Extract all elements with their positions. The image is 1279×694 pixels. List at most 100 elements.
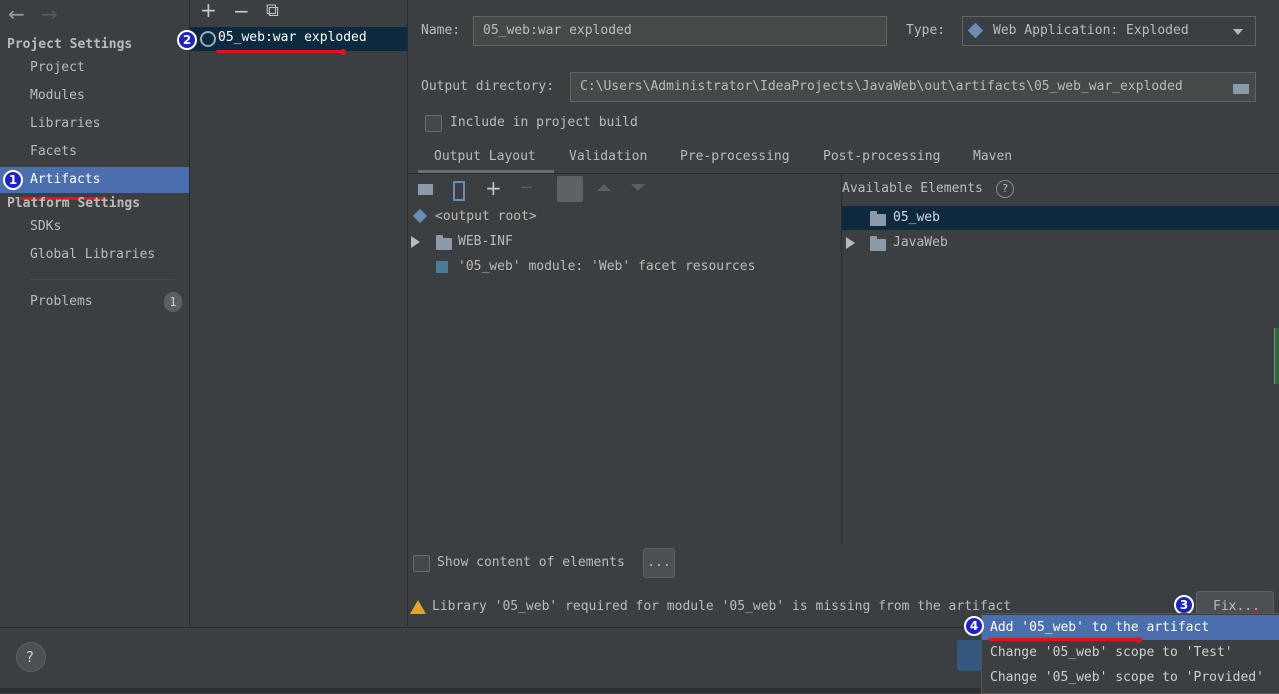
show-content-checkbox[interactable]	[413, 555, 430, 572]
sidebar-item-label: Libraries	[30, 116, 101, 131]
popup-item-label: Change '05_web' scope to 'Test'	[990, 645, 1233, 660]
folder-icon	[436, 235, 452, 250]
forward-arrow-icon[interactable]: →	[41, 2, 58, 26]
popup-item-scope-provided[interactable]: Change '05_web' scope to 'Provided'	[982, 665, 1279, 690]
step-badge-2: 2	[177, 30, 197, 50]
type-select-value: Web Application: Exploded	[993, 23, 1189, 38]
new-directory-icon[interactable]	[418, 184, 433, 195]
expand-arrow-icon[interactable]	[411, 236, 420, 248]
name-label: Name:	[421, 23, 461, 38]
annotation-dot	[340, 49, 346, 55]
output-root-icon	[412, 208, 428, 224]
tab-maven[interactable]: Maven	[973, 148, 1012, 172]
type-label: Type:	[906, 23, 946, 38]
tab-output-layout[interactable]: Output Layout	[434, 148, 536, 172]
sidebar-item-label: Facets	[30, 144, 77, 159]
tree-label: '05_web' module: 'Web' facet resources	[458, 259, 756, 274]
show-content-more-button[interactable]: ...	[643, 548, 675, 578]
add-icon[interactable]: +	[200, 0, 217, 22]
sidebar-item-label: Artifacts	[30, 172, 101, 187]
sidebar-item-label: Project	[30, 60, 85, 75]
available-item-label: JavaWeb	[893, 235, 948, 250]
sidebar-item-label: Modules	[30, 88, 85, 103]
help-icon[interactable]: ?	[996, 180, 1014, 198]
popup-item-label: Change '05_web' scope to 'Provided'	[990, 670, 1264, 685]
archive-icon[interactable]	[453, 181, 465, 201]
remove-icon[interactable]: −	[233, 0, 250, 23]
available-item-05-web[interactable]: 05_web	[842, 206, 1279, 230]
help-button[interactable]: ?	[16, 642, 46, 672]
web-app-icon	[967, 22, 984, 39]
name-input-value: 05_web:war exploded	[483, 23, 632, 38]
folder-browse-icon[interactable]	[1233, 84, 1249, 94]
tab-pre-processing[interactable]: Pre-processing	[680, 148, 790, 172]
sidebar-divider	[30, 279, 175, 280]
sidebar-item-problems[interactable]: Problems 1	[0, 289, 189, 315]
tree-row-facet-resources[interactable]: '05_web' module: 'Web' facet resources	[408, 256, 841, 278]
sidebar-item-facets[interactable]: Facets	[0, 139, 189, 165]
step-badge-3: 3	[1174, 595, 1194, 615]
annotation-underline	[216, 50, 344, 53]
popup-item-scope-test[interactable]: Change '05_web' scope to 'Test'	[982, 640, 1279, 665]
available-elements-title: Available Elements	[842, 181, 983, 196]
tree-row-web-inf[interactable]: WEB-INF	[408, 231, 841, 253]
popup-item-label: Add '05_web' to the artifact	[990, 620, 1210, 635]
sidebar-item-label: Problems	[30, 294, 93, 309]
include-in-build-checkbox[interactable]	[425, 115, 442, 132]
module-folder-icon	[870, 211, 886, 226]
output-directory-label: Output directory:	[421, 79, 555, 94]
project-settings-header: Project Settings	[7, 37, 133, 52]
artifacts-list-panel: + − ⧉ 05_web:war exploded 2	[177, 0, 408, 627]
sidebar-item-sdks[interactable]: SDKs	[0, 214, 189, 240]
step-badge-4: 4	[964, 616, 984, 636]
show-content-label: Show content of elements	[437, 555, 625, 570]
tab-validation[interactable]: Validation	[569, 148, 647, 172]
warning-icon	[410, 600, 426, 614]
available-item-javaweb[interactable]: JavaWeb	[842, 231, 1279, 255]
step-badge-1: 1	[3, 170, 23, 190]
available-item-label: 05_web	[893, 210, 940, 225]
sidebar-item-label: SDKs	[30, 219, 62, 234]
artifact-name: 05_web:war exploded	[218, 30, 367, 45]
type-select[interactable]: Web Application: Exploded	[962, 16, 1256, 46]
available-panel-divider	[841, 174, 842, 544]
tree-row-output-root[interactable]: <output root>	[408, 206, 841, 228]
annotation-underline	[988, 638, 1142, 641]
output-directory-input[interactable]: C:\Users\Administrator\IdeaProjects\Java…	[570, 72, 1256, 102]
popup-item-add-to-artifact[interactable]: Add '05_web' to the artifact	[982, 615, 1279, 640]
web-artifact-icon	[200, 31, 216, 47]
output-layout-tree: <output root> WEB-INF '05_web' module: '…	[408, 204, 841, 540]
expand-arrow-icon[interactable]	[846, 237, 855, 249]
annotation-dot	[1136, 637, 1142, 643]
platform-settings-header: Platform Settings	[7, 196, 141, 211]
chevron-down-icon	[1233, 29, 1243, 35]
remove-element-icon[interactable]: −	[519, 177, 534, 198]
tab-post-processing[interactable]: Post-processing	[823, 148, 940, 172]
warning-text: Library '05_web' required for module '05…	[432, 599, 1012, 614]
fix-options-popup: Add '05_web' to the artifact Change '05_…	[981, 613, 1279, 694]
tree-label: WEB-INF	[458, 234, 513, 249]
include-in-build-label: Include in project build	[450, 115, 638, 130]
name-input[interactable]: 05_web:war exploded	[473, 16, 887, 46]
sidebar-item-project[interactable]: Project	[0, 55, 189, 81]
module-folder-icon	[870, 236, 886, 251]
sidebar-item-label: Global Libraries	[30, 247, 156, 262]
tabs-divider	[408, 173, 1279, 174]
scrollbar[interactable]	[1274, 328, 1279, 384]
settings-sidebar: ← → Project Settings Project Modules Lib…	[0, 0, 190, 627]
back-arrow-icon[interactable]: ←	[8, 2, 25, 26]
sidebar-item-artifacts[interactable]: Artifacts	[0, 167, 189, 193]
output-directory-value: C:\Users\Administrator\IdeaProjects\Java…	[580, 79, 1183, 94]
sidebar-item-libraries[interactable]: Libraries	[0, 111, 189, 137]
help-icon: ?	[26, 648, 34, 666]
move-up-icon[interactable]	[597, 184, 611, 191]
move-down-icon[interactable]	[631, 184, 645, 191]
artifact-list-item[interactable]: 05_web:war exploded	[190, 27, 407, 51]
tree-label: <output root>	[435, 209, 537, 224]
artifact-editor: Name: 05_web:war exploded Type: Web Appl…	[408, 0, 1279, 627]
sort-elements-icon[interactable]	[557, 176, 583, 202]
sidebar-item-modules[interactable]: Modules	[0, 83, 189, 109]
copy-icon[interactable]: ⧉	[266, 0, 279, 21]
sidebar-item-global-libraries[interactable]: Global Libraries	[0, 242, 189, 268]
add-copy-of-icon[interactable]: +	[485, 176, 502, 200]
